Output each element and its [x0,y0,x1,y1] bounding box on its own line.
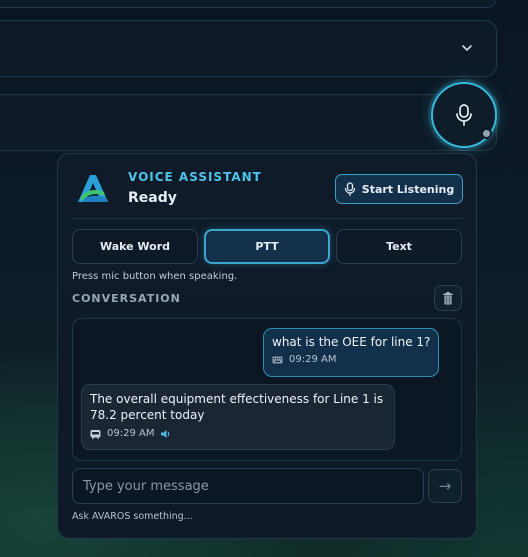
conversation-box: what is the OEE for line 1? 09:29 AM The… [72,318,462,461]
tab-text[interactable]: Text [336,229,462,264]
microphone-icon [344,182,355,196]
message-input[interactable] [72,468,424,504]
start-listening-label: Start Listening [361,182,455,196]
trash-icon [443,291,453,305]
voice-assistant-panel: VOICE ASSISTANT Ready Start Listening Wa… [57,153,477,539]
message-text: The overall equipment effectiveness for … [90,392,384,422]
mode-hint: Press mic button when speaking. [72,271,238,282]
input-footer-hint: Ask AVAROS something... [72,511,193,522]
conversation-label: CONVERSATION [72,292,181,305]
tab-wake-word[interactable]: Wake Word [72,229,198,264]
message-text: what is the OEE for line 1? [272,335,431,349]
message-meta: 09:29 AM [90,428,386,439]
clear-conversation-button[interactable] [434,285,462,311]
assistant-title: VOICE ASSISTANT [128,170,262,184]
microphone-icon [456,104,472,126]
message-time: 09:29 AM [107,428,155,439]
message-time: 09:29 AM [289,354,337,365]
keyboard-icon [272,356,283,363]
input-field-background [0,94,497,151]
top-field [0,0,497,8]
chevron-down-icon [462,45,472,51]
dropdown-select[interactable] [0,20,497,77]
message-meta: 09:29 AM [272,354,430,365]
user-message-bubble: what is the OEE for line 1? 09:29 AM [263,328,439,377]
status-dot [481,128,492,139]
tab-ptt[interactable]: PTT [204,229,330,264]
send-button[interactable]: → [428,469,462,503]
divider [72,218,462,219]
start-listening-button[interactable]: Start Listening [335,174,463,204]
speaker-icon[interactable] [160,429,172,439]
assistant-message-bubble: The overall equipment effectiveness for … [81,384,395,450]
avaros-logo-icon [78,175,108,202]
bot-icon [90,429,101,439]
assistant-status: Ready [128,190,177,206]
voice-fab-button[interactable] [431,82,497,148]
